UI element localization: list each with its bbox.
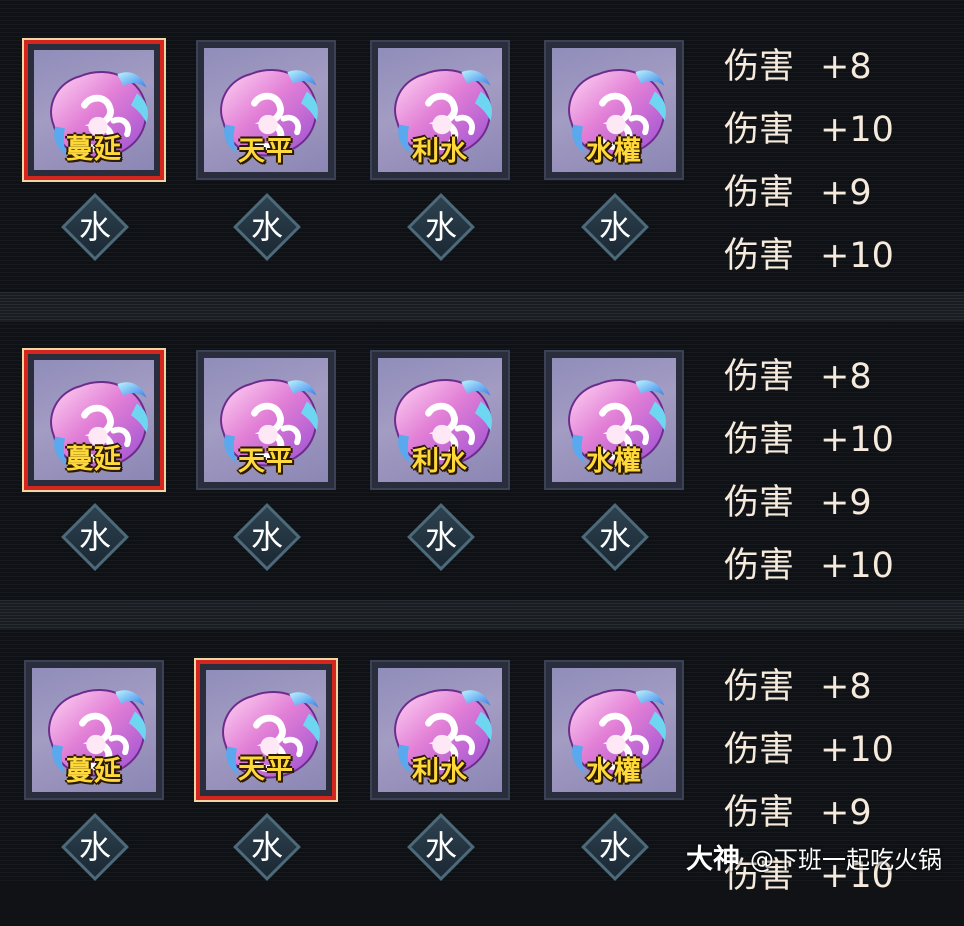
element-glyph: 水 [250,518,283,556]
stat-line: 伤害 +9 [724,162,872,224]
stat-value: +8 [820,667,872,707]
element-glyph: 水 [78,208,111,246]
watermark: 大神 @下班一起吃火锅 [686,842,942,878]
element-badge: 水 [404,810,478,884]
stat-label: 伤害 [724,420,795,460]
element-glyph: 水 [78,828,111,866]
stat-line: 伤害 +9 [724,782,872,844]
gem-slot-selected[interactable]: 蔓延 [24,40,164,180]
stat-line: 伤害 +10 [724,99,894,161]
gem-name: 水權 [586,756,642,787]
gem-panel: 蔓延水天平水利水水水權水伤害 +8 伤害 +10 伤害 +9 伤害 +10 [0,346,964,616]
element-badge: 水 [230,190,304,264]
stat-line: 伤害 +10 [724,719,894,781]
stat-value: +9 [820,793,872,833]
gem-slot[interactable]: 水權 [544,350,684,490]
element-badge: 水 [230,500,304,574]
stat-value: +10 [820,110,894,150]
stat-label: 伤害 [724,667,795,707]
element-glyph: 水 [598,828,631,866]
element-glyph: 水 [250,208,283,246]
stat-label: 伤害 [724,546,795,586]
gem-slot-selected[interactable]: 蔓延 [24,350,164,490]
gem-slot[interactable]: 利水 [370,660,510,800]
element-glyph: 水 [78,518,111,556]
stat-label: 伤害 [724,793,795,833]
stat-label: 伤害 [724,173,795,213]
gem-panel: 蔓延水天平水利水水水權水伤害 +8 伤害 +10 伤害 +9 伤害 +10 [0,656,964,926]
gem-name: 水權 [586,136,642,167]
element-badge: 水 [578,500,652,574]
stat-line: 伤害 +10 [724,225,894,287]
gem-slot[interactable]: 水權 [544,40,684,180]
element-badge: 水 [58,810,132,884]
stat-label: 伤害 [724,47,795,87]
stat-value: +8 [820,47,872,87]
stat-label: 伤害 [724,483,795,523]
gem-slot-selected[interactable]: 天平 [196,660,336,800]
stat-line: 伤害 +8 [724,656,872,718]
element-badge: 水 [58,500,132,574]
stat-line: 伤害 +10 [724,409,894,471]
gem-name: 利水 [412,756,468,787]
gem-slot[interactable]: 天平 [196,350,336,490]
stat-value: +9 [820,173,872,213]
element-badge: 水 [58,190,132,264]
stat-line: 伤害 +8 [724,346,872,408]
gem-slot[interactable]: 天平 [196,40,336,180]
gem-slot[interactable]: 利水 [370,350,510,490]
element-glyph: 水 [250,828,283,866]
stat-value: +10 [820,236,894,276]
watermark-text: @下班一起吃火锅 [750,846,942,874]
gem-name: 天平 [238,136,294,167]
watermark-logo: 大神 [686,844,740,875]
element-glyph: 水 [424,208,457,246]
gem-slot[interactable]: 利水 [370,40,510,180]
stat-value: +10 [820,546,894,586]
element-badge: 水 [404,190,478,264]
stat-value: +9 [820,483,872,523]
gem-name: 蔓延 [66,756,122,787]
stat-label: 伤害 [724,357,795,397]
gem-name: 蔓延 [66,444,122,475]
gem-name: 天平 [238,754,294,785]
gem-name: 水權 [586,446,642,477]
gem-slot[interactable]: 水權 [544,660,684,800]
gem-name: 蔓延 [66,134,122,165]
element-glyph: 水 [424,828,457,866]
stat-value: +8 [820,357,872,397]
stat-label: 伤害 [724,730,795,770]
element-glyph: 水 [598,208,631,246]
gem-slot[interactable]: 蔓延 [24,660,164,800]
stat-value: +10 [820,730,894,770]
element-badge: 水 [230,810,304,884]
stat-line: 伤害 +9 [724,472,872,534]
gem-panel: 蔓延水天平水利水水水權水伤害 +8 伤害 +10 伤害 +9 伤害 +10 [0,36,964,306]
element-badge: 水 [578,810,652,884]
element-badge: 水 [578,190,652,264]
gem-name: 利水 [412,446,468,477]
element-glyph: 水 [598,518,631,556]
element-glyph: 水 [424,518,457,556]
gem-name: 天平 [238,446,294,477]
stat-line: 伤害 +10 [724,535,894,597]
gem-name: 利水 [412,136,468,167]
stat-line: 伤害 +8 [724,36,872,98]
stat-label: 伤害 [724,110,795,150]
stat-value: +10 [820,420,894,460]
element-badge: 水 [404,500,478,574]
stat-label: 伤害 [724,236,795,276]
